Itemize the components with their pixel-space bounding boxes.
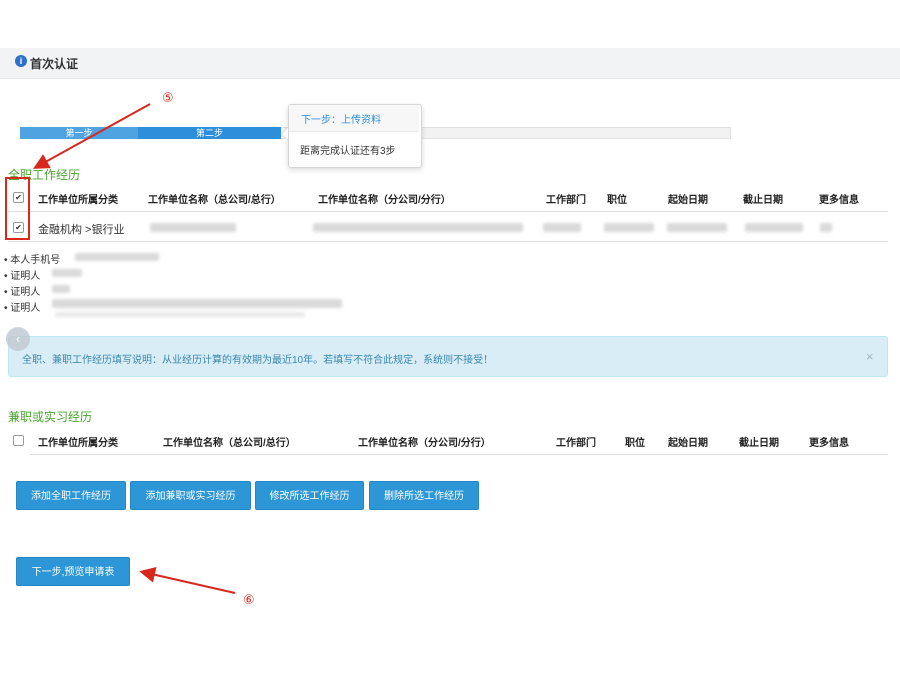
annotation-arrow-5 bbox=[33, 103, 151, 169]
annotation-arrow-6 bbox=[139, 566, 236, 594]
annotation-arrows bbox=[33, 103, 236, 594]
annotation-label-6: ⑥ bbox=[243, 592, 255, 607]
annotation-label-5: ⑤ bbox=[162, 90, 174, 105]
